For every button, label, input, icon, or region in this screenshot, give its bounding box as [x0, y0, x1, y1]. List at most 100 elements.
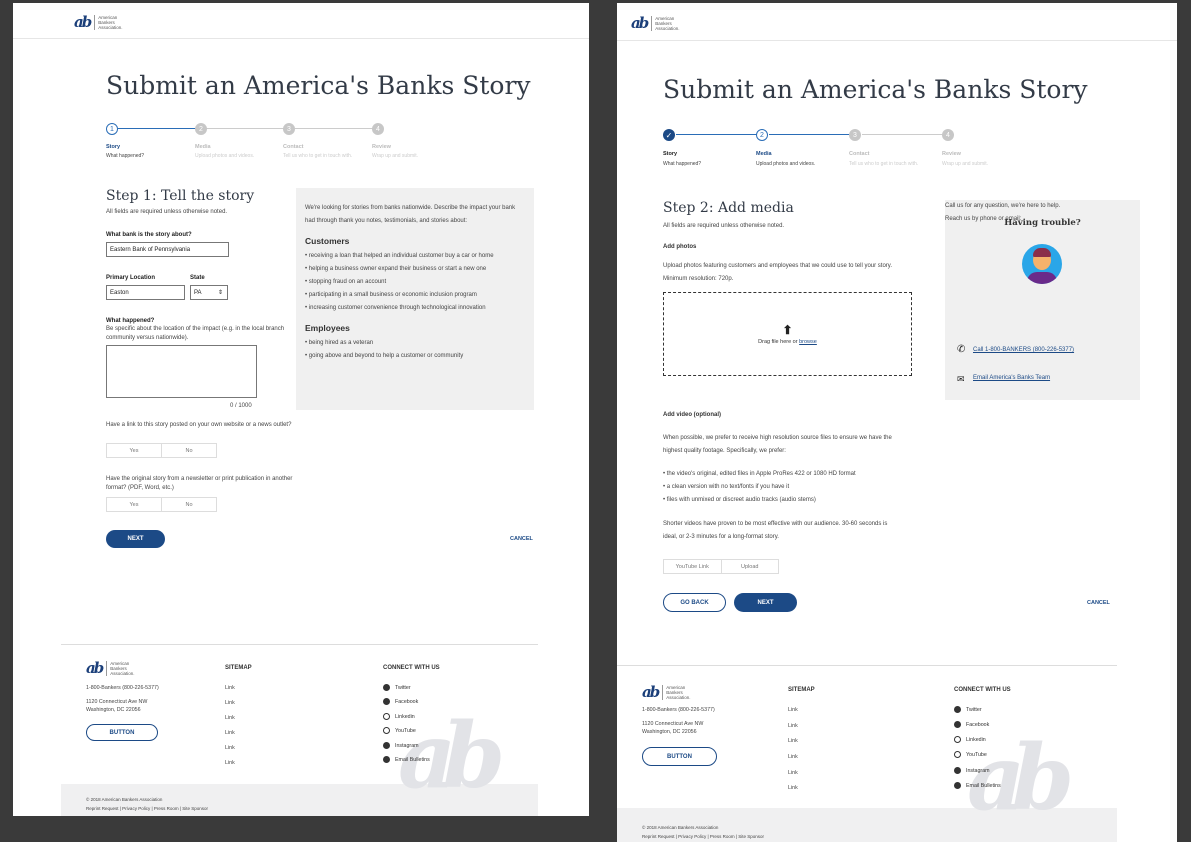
- sitemap-link[interactable]: Link: [225, 714, 235, 722]
- logo-text: American Bankers Association.: [651, 15, 679, 31]
- footer-divider: [61, 644, 538, 645]
- photo-dropzone[interactable]: ⬆ Drag file here or browse: [663, 292, 912, 376]
- sitemap-link[interactable]: Link: [225, 699, 235, 707]
- connect-heading: CONNECT WITH US: [383, 665, 440, 671]
- social-youtube[interactable]: YouTube: [954, 751, 987, 758]
- page-step1: ab American Bankers Association. Submit a…: [13, 3, 589, 816]
- footer-divider: [617, 665, 1117, 666]
- step-label: Story: [106, 144, 121, 150]
- step-label: Media: [756, 151, 772, 157]
- step-indicator-2[interactable]: 2: [195, 123, 207, 135]
- sitemap-link[interactable]: Link: [788, 722, 798, 730]
- sitemap-link[interactable]: Link: [788, 769, 798, 777]
- social-youtube[interactable]: YouTube: [383, 727, 416, 734]
- yes-option[interactable]: Yes: [107, 498, 161, 511]
- footer-button[interactable]: BUTTON: [642, 747, 717, 766]
- step-indicator-3[interactable]: 3: [849, 129, 861, 141]
- state-value: PA: [194, 290, 202, 296]
- step-indicator-2[interactable]: 2: [756, 129, 768, 141]
- sitemap-link[interactable]: Link: [788, 753, 798, 761]
- list-item: • stopping fraud on an account: [305, 279, 387, 285]
- yes-option[interactable]: Yes: [107, 444, 161, 457]
- step-label: Review: [942, 151, 961, 157]
- facebook-icon: [954, 721, 961, 728]
- progress-line: [295, 128, 378, 129]
- guidance-intro: We're looking for stories from banks nat…: [305, 205, 516, 224]
- call-link[interactable]: Call 1-800-BANKERS (800-226-5377): [973, 347, 1074, 353]
- cancel-link[interactable]: CANCEL: [510, 536, 533, 542]
- youtube-link-option[interactable]: YouTube Link: [664, 560, 721, 573]
- help-panel: Having trouble? Call us for any question…: [945, 200, 1140, 400]
- upload-option[interactable]: Upload: [720, 560, 779, 573]
- progress-line: [769, 134, 850, 135]
- sitemap-link[interactable]: Link: [225, 744, 235, 752]
- social-label: Instagram: [966, 767, 990, 774]
- logo-mark: ab: [631, 14, 649, 32]
- site-header: [617, 3, 1177, 41]
- social-instagram[interactable]: Instagram: [383, 742, 419, 749]
- video-label: Add video (optional): [663, 412, 721, 418]
- next-button[interactable]: NEXT: [106, 530, 165, 548]
- social-linkedin[interactable]: Linkedin: [954, 736, 986, 743]
- social-twitter[interactable]: Twitter: [954, 706, 982, 713]
- progress-line: [862, 134, 942, 135]
- no-option[interactable]: No: [161, 498, 216, 511]
- step-desc: Tell us who to get in touch with.: [849, 161, 919, 167]
- step-heading: Step 2: Add media: [663, 200, 794, 216]
- photos-label: Add photos: [663, 244, 697, 250]
- step-label: Review: [372, 144, 391, 150]
- progress-line: [118, 128, 200, 129]
- legal-links[interactable]: Reprint Request | Privacy Policy | Press…: [642, 833, 764, 841]
- location-label: Primary Location: [106, 275, 156, 281]
- chevron-updown-icon: ⇕: [217, 290, 223, 296]
- sitemap-link[interactable]: Link: [225, 759, 235, 767]
- sitemap-link[interactable]: Link: [788, 706, 798, 714]
- required-note: All fields are required unless otherwise…: [106, 209, 228, 215]
- sitemap-link[interactable]: Link: [788, 784, 798, 792]
- footer-button[interactable]: BUTTON: [86, 724, 158, 741]
- social-facebook[interactable]: Facebook: [954, 721, 989, 728]
- step-desc: Upload photos and videos.: [756, 161, 816, 167]
- page-title: Submit an America's Banks Story: [663, 75, 1088, 104]
- legal-links[interactable]: Reprint Request | Privacy Policy | Press…: [86, 805, 208, 813]
- help-text: Call us for any question, we're here to …: [945, 203, 1061, 209]
- list-item: • the video's original, edited files in …: [663, 471, 856, 477]
- step-indicator-4[interactable]: 4: [372, 123, 384, 135]
- bank-input[interactable]: Eastern Bank of Pennsylvania: [106, 242, 229, 257]
- sitemap-link[interactable]: Link: [225, 729, 235, 737]
- happened-textarea[interactable]: [106, 345, 257, 398]
- photos-desc: Upload photos featuring customers and em…: [663, 263, 893, 282]
- social-label: Email Bulletins: [395, 756, 430, 763]
- social-instagram[interactable]: Instagram: [954, 767, 990, 774]
- state-select[interactable]: PA ⇕: [190, 285, 228, 300]
- happened-help: Be specific about the location of the im…: [106, 326, 285, 341]
- footer-logo[interactable]: ab American Bankers Association.: [642, 683, 690, 701]
- sitemap-link[interactable]: Link: [225, 684, 235, 692]
- step-label: Media: [195, 144, 211, 150]
- aba-logo[interactable]: ab American Bankers Association.: [631, 14, 679, 32]
- checkmark-icon[interactable]: ✓: [663, 129, 675, 141]
- social-facebook[interactable]: Facebook: [383, 698, 418, 705]
- aba-logo[interactable]: ab American Bankers Association.: [74, 13, 122, 31]
- social-email[interactable]: Email Bulletins: [383, 756, 430, 763]
- step-indicator-1[interactable]: 1: [106, 123, 118, 135]
- social-twitter[interactable]: Twitter: [383, 684, 411, 691]
- step-indicator-3[interactable]: 3: [283, 123, 295, 135]
- social-label: Facebook: [966, 721, 990, 728]
- sitemap-link[interactable]: Link: [788, 737, 798, 745]
- go-back-button[interactable]: GO BACK: [663, 593, 726, 612]
- email-link[interactable]: Email America's Banks Team: [973, 375, 1050, 381]
- video-note: Shorter videos have proven to be most ef…: [663, 521, 888, 540]
- no-option[interactable]: No: [161, 444, 216, 457]
- sitemap-heading: SITEMAP: [788, 687, 815, 693]
- footer-phone: 1-800-Bankers (800-226-5377): [642, 707, 715, 713]
- social-email[interactable]: Email Bulletins: [954, 782, 1001, 789]
- step-indicator-4[interactable]: 4: [942, 129, 954, 141]
- location-input[interactable]: Easton: [106, 285, 185, 300]
- cancel-link[interactable]: CANCEL: [1087, 600, 1110, 606]
- facebook-icon: [383, 698, 390, 705]
- next-button[interactable]: NEXT: [734, 593, 797, 612]
- social-linkedin[interactable]: Linkedin: [383, 713, 415, 720]
- footer-logo[interactable]: ab American Bankers Association.: [86, 659, 134, 677]
- browse-link[interactable]: browse: [799, 339, 817, 345]
